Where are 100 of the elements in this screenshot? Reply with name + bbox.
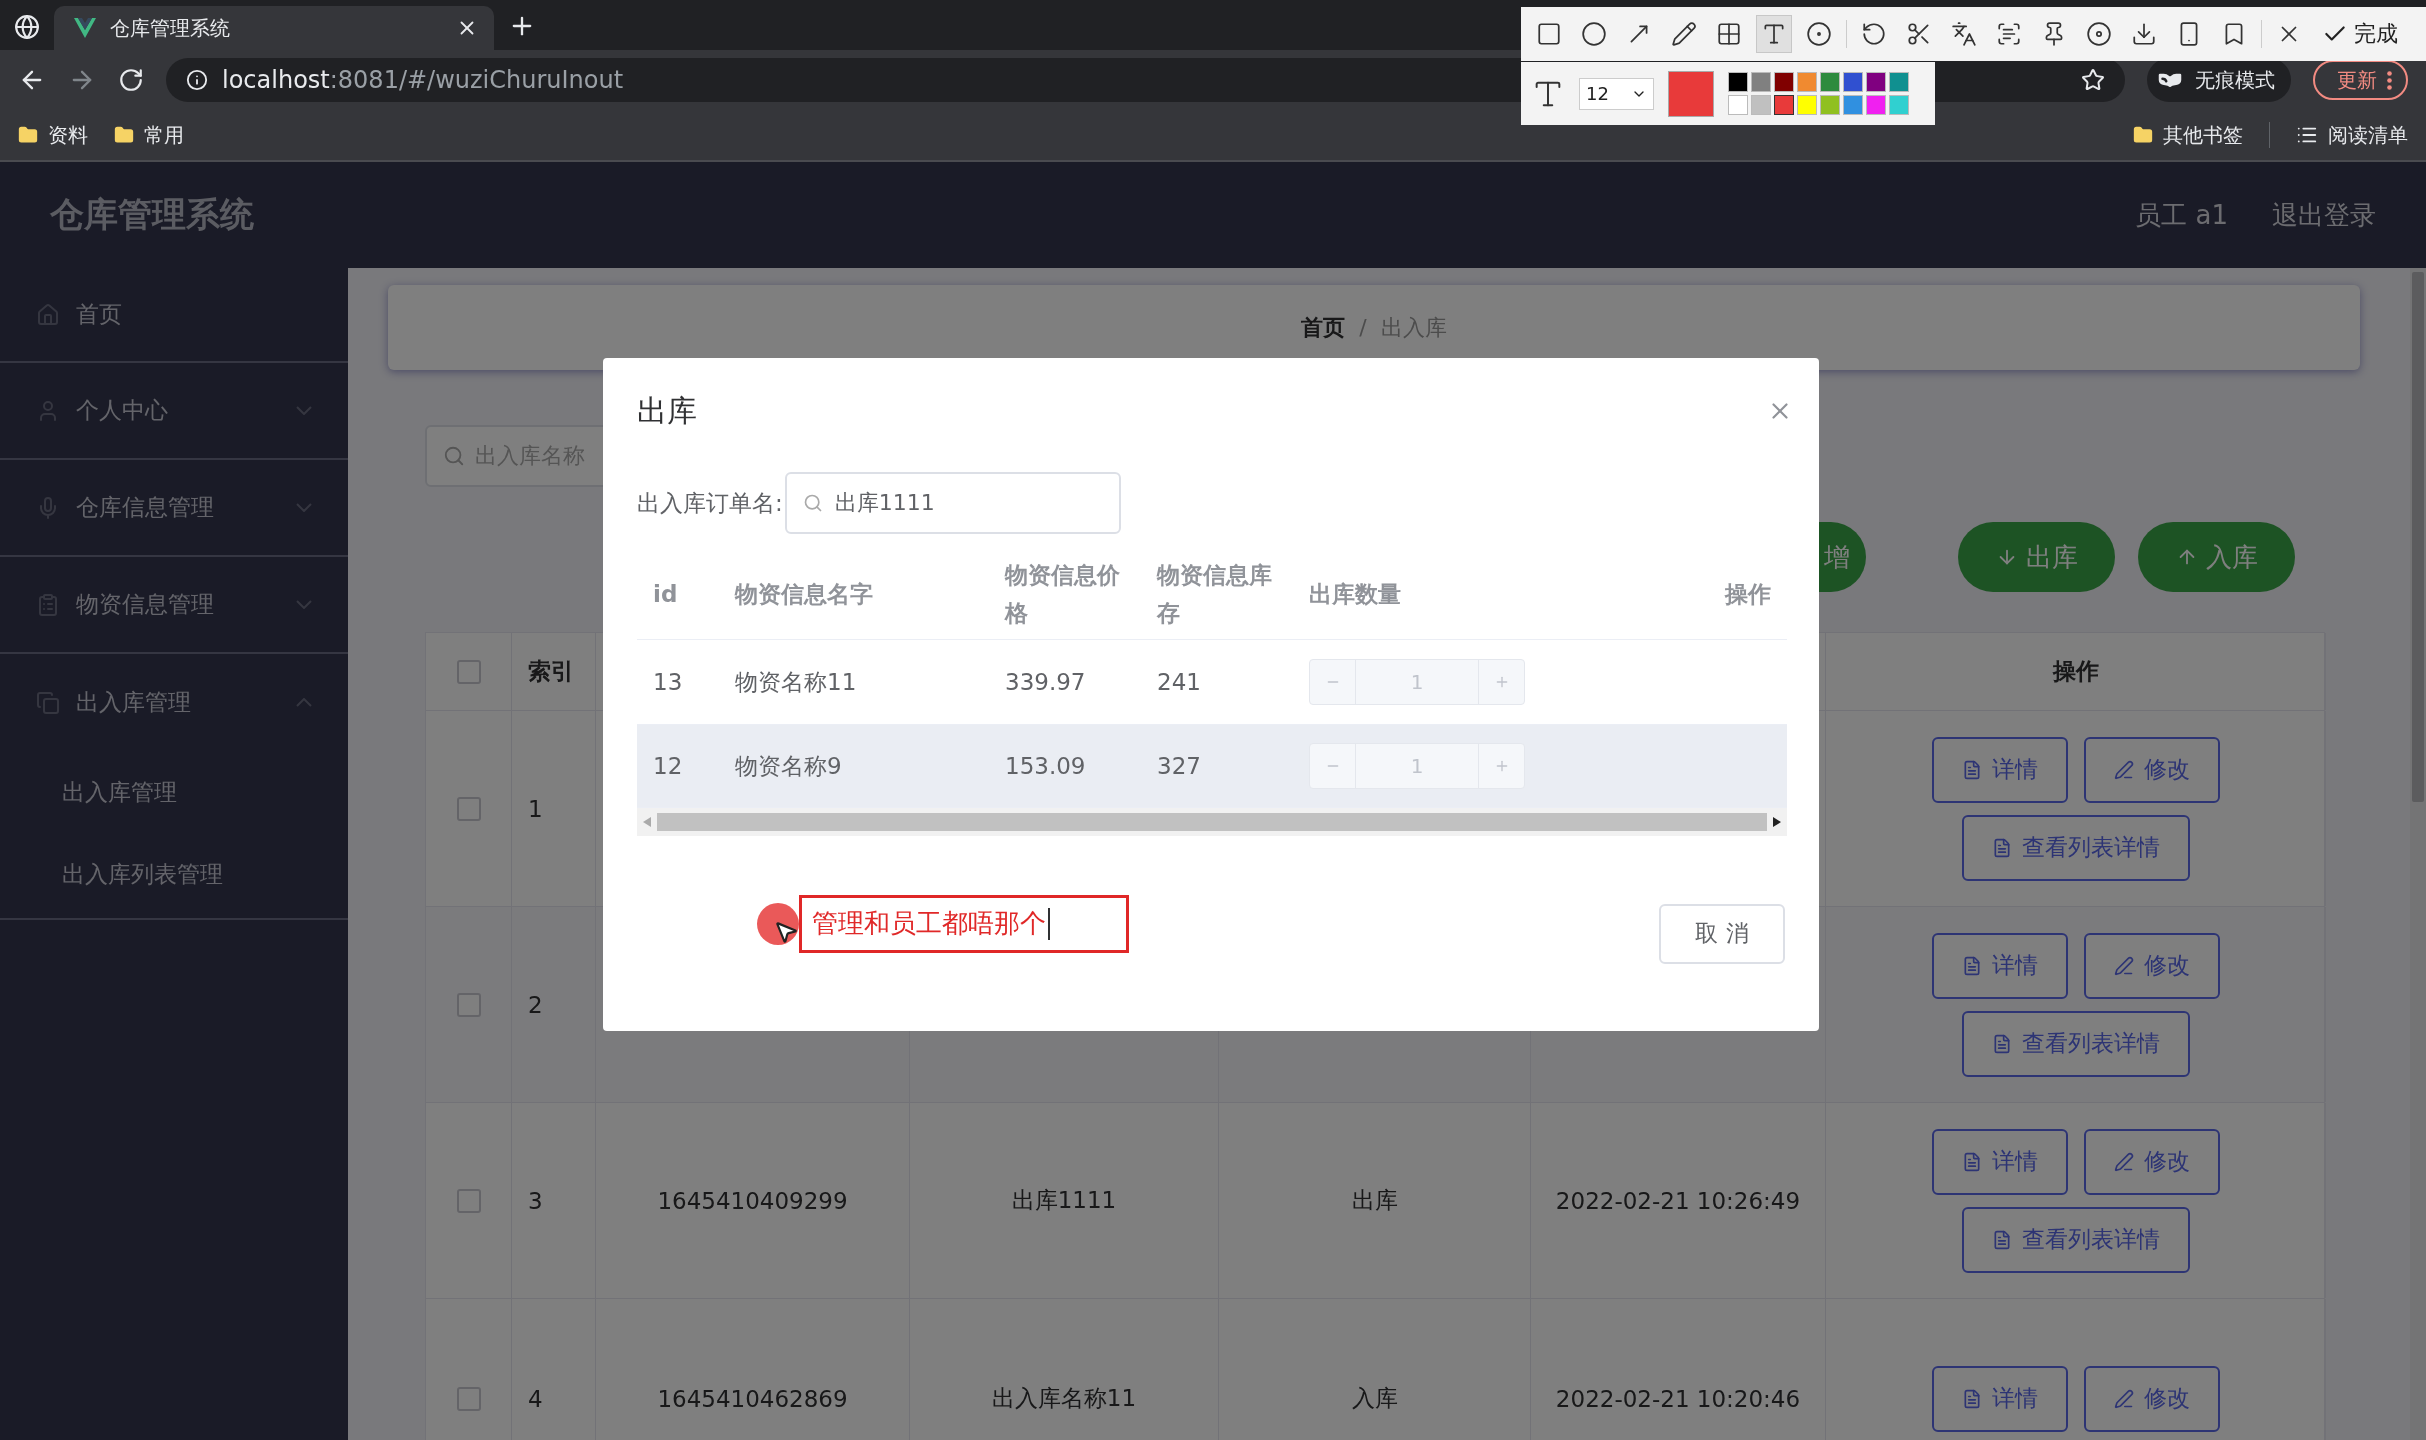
row-checkbox[interactable]	[456, 1386, 481, 1411]
color-swatch[interactable]	[1866, 72, 1886, 92]
color-swatch[interactable]	[1797, 72, 1817, 92]
row-checkbox[interactable]	[456, 796, 481, 821]
list-details-button[interactable]: 查看列表详情	[1961, 814, 2190, 881]
chevron-down-icon	[296, 503, 312, 512]
table-cell-text: 12	[653, 752, 683, 781]
edit-button[interactable]: 修改	[2083, 932, 2220, 999]
table-cell-text: 327	[1157, 752, 1201, 781]
folder-icon	[2133, 125, 2153, 145]
column-header: 物资信息库存	[1157, 560, 1273, 628]
color-swatch[interactable]	[1728, 72, 1748, 92]
row-checkbox[interactable]	[456, 992, 481, 1017]
details-button[interactable]: 详情	[1931, 736, 2068, 803]
chevron-up-icon	[296, 698, 312, 707]
vertical-scrollbar[interactable]	[2410, 268, 2426, 1440]
table-cell-text: 入库	[1351, 1384, 1398, 1413]
column-header: 物资信息名字	[735, 579, 873, 609]
table-cell: 1	[528, 795, 543, 822]
star-icon[interactable]	[2081, 68, 2105, 92]
edit-button[interactable]: 修改	[2083, 736, 2220, 803]
select-all-checkbox[interactable]	[456, 659, 481, 684]
column-header: 出库数量	[1309, 579, 1401, 609]
pen-icon	[2113, 759, 2134, 780]
color-swatch[interactable]	[1774, 72, 1794, 92]
v-logo-icon	[74, 18, 96, 38]
submenu-item[interactable]: 出入库管理	[0, 751, 348, 833]
column-header: 操作	[2052, 657, 2099, 686]
dialog-title: 出库	[637, 391, 697, 430]
pen-icon	[2113, 1388, 2134, 1409]
search-icon	[802, 493, 823, 513]
logout-link[interactable]: 退出登录	[2272, 197, 2376, 233]
clipboard-icon	[36, 592, 60, 617]
color-swatch[interactable]	[1820, 72, 1840, 92]
row-checkbox[interactable]	[456, 1188, 481, 1213]
color-swatch[interactable]	[1843, 95, 1863, 115]
table-cell-text: 出入库名称11	[991, 1384, 1137, 1413]
url-text: localhost:8081/#/wuziChuruInout	[222, 66, 624, 94]
done-button[interactable]: 完成	[2316, 18, 2404, 50]
text-tool-icon[interactable]	[1756, 15, 1792, 53]
column-header: 操作	[1725, 579, 1771, 609]
folder-icon	[114, 125, 134, 145]
reading-list-link[interactable]: 阅读清单	[2296, 121, 2408, 149]
submenu-item[interactable]: 出入库列表管理	[0, 833, 348, 915]
table-cell-text: 153.09	[1005, 752, 1086, 781]
browser-tab[interactable]: 仓库管理系统	[54, 6, 494, 50]
annotation-text-box[interactable]: 管理和员工都唔那个	[799, 894, 1129, 953]
table-cell-text: 物资名称9	[735, 752, 842, 781]
app-title: 仓库管理系统	[50, 193, 255, 236]
table-cell-text: 物资名称11	[735, 668, 857, 697]
table-cell: 1645410409299	[657, 1187, 848, 1214]
user-name[interactable]: 员工 a1	[2135, 197, 2228, 233]
table-cell-text: 出库	[1351, 1186, 1398, 1215]
tab-title: 仓库管理系统	[110, 14, 231, 42]
horizontal-scrollbar[interactable]	[637, 808, 1787, 836]
color-swatch[interactable]	[1774, 95, 1794, 115]
bookmark-folder[interactable]: 资料	[18, 121, 88, 149]
color-swatch[interactable]	[1889, 72, 1909, 92]
inbound-button[interactable]: 入库	[2138, 522, 2295, 592]
table-cell: 2022-02-21 10:20:46	[1555, 1385, 1801, 1412]
field-label: 出入库订单名:	[637, 488, 783, 518]
scroll-right-icon[interactable]	[1773, 817, 1781, 827]
breadcrumb-item[interactable]: 首页	[1301, 312, 1346, 343]
search-icon	[443, 445, 465, 467]
cancel-button[interactable]: 取 消	[1659, 903, 1785, 964]
color-swatch[interactable]	[1889, 95, 1909, 115]
table-cell: 2	[528, 991, 543, 1018]
edit-button[interactable]: 修改	[2083, 1128, 2220, 1195]
table-cell-text: 339.97	[1005, 668, 1086, 697]
color-swatch[interactable]	[1797, 95, 1817, 115]
list-details-button[interactable]: 查看列表详情	[1961, 1010, 2190, 1077]
more-icon	[2387, 70, 2392, 90]
info-icon	[186, 69, 208, 91]
table-cell-text: 出库1111	[1011, 1186, 1117, 1215]
details-button[interactable]: 详情	[1931, 932, 2068, 999]
order-name-field[interactable]: 出库1111	[784, 472, 1121, 534]
incognito-badge[interactable]: 无痕模式	[2147, 58, 2291, 102]
color-swatch[interactable]	[1820, 95, 1840, 115]
details-button[interactable]: 详情	[1931, 1365, 2068, 1432]
color-swatch[interactable]	[1728, 95, 1748, 115]
pen-icon	[2113, 1151, 2134, 1172]
reload-icon[interactable]	[118, 67, 144, 93]
details-button[interactable]: 详情	[1931, 1128, 2068, 1195]
color-swatch[interactable]	[1751, 72, 1771, 92]
color-swatch[interactable]	[1751, 95, 1771, 115]
globe-icon[interactable]	[14, 14, 40, 40]
menu-item[interactable]: 出入库管理	[0, 654, 348, 751]
chevron-down-icon	[296, 600, 312, 609]
bookmark-folder[interactable]: 常用	[114, 121, 184, 149]
edit-button[interactable]: 修改	[2083, 1365, 2220, 1432]
breadcrumb-separator: /	[1359, 315, 1367, 340]
list-details-button[interactable]: 查看列表详情	[1961, 1206, 2190, 1273]
bookmark-folder[interactable]: 其他书签	[2133, 121, 2243, 149]
color-swatch[interactable]	[1843, 72, 1863, 92]
color-swatch[interactable]	[1866, 95, 1886, 115]
outbound-button[interactable]: 出库	[1958, 522, 2115, 592]
copy-icon	[36, 690, 60, 715]
font-size-dropdown[interactable]: 12	[1579, 77, 1654, 110]
table-cell-text: 13	[653, 668, 683, 697]
cursor-highlight-icon	[757, 902, 799, 945]
